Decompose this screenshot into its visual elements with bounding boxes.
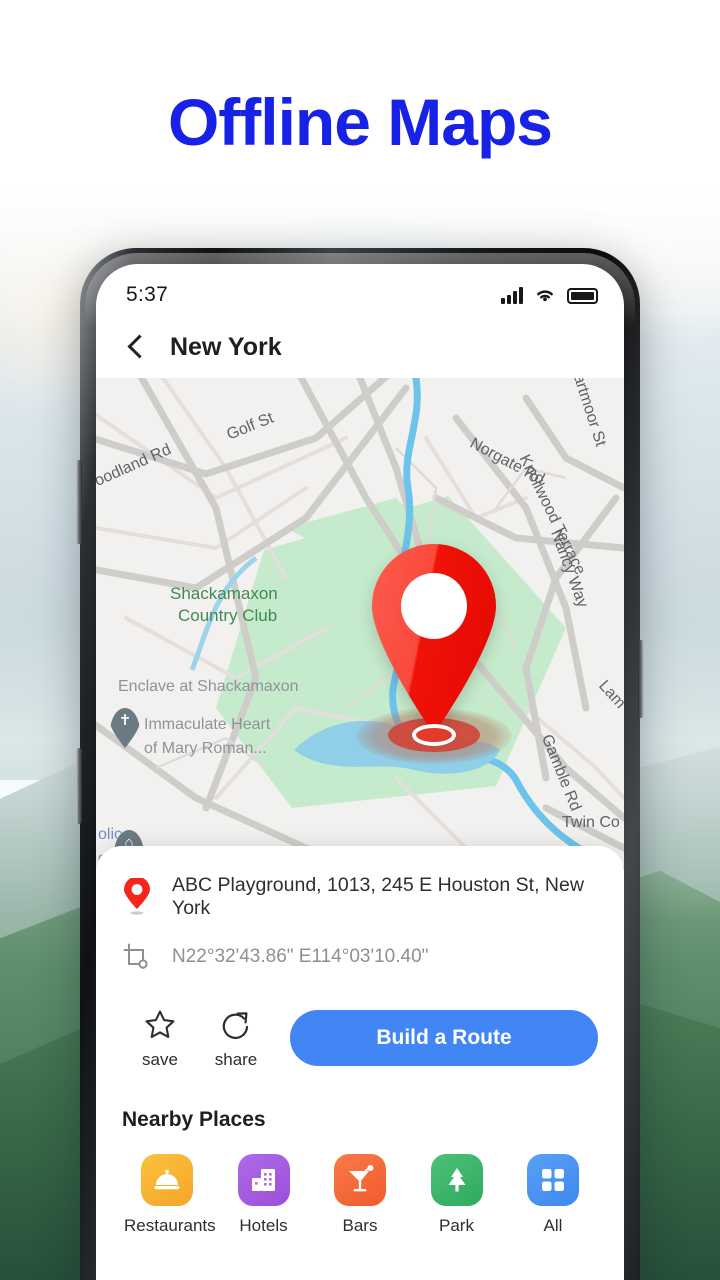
- pin-teardrop-icon: [372, 543, 496, 734]
- wifi-icon: [537, 290, 553, 302]
- grid-squares-icon: [527, 1154, 579, 1206]
- share-label: share: [214, 1050, 258, 1069]
- building-icon: [237, 1154, 290, 1206]
- cocktail-icon: [334, 1154, 386, 1206]
- address-row: ABC Playground, 1013, 245 E Houston St, …: [122, 874, 598, 920]
- nearby-category-label: Bars: [342, 1216, 378, 1235]
- nearby-category-park[interactable]: Park: [414, 1154, 500, 1236]
- map-label: Twin Co: [562, 814, 620, 831]
- crop-frame-icon: [123, 943, 148, 969]
- map-view[interactable]: Golf St Woodland Rd Norgate Rd Dartmoor St K…: [96, 378, 624, 898]
- page-title: Offline Maps: [167, 85, 553, 159]
- map-label: Shackamaxon: [170, 584, 278, 603]
- app-header: New York: [96, 316, 624, 378]
- save-label: save: [142, 1050, 178, 1069]
- build-route-button[interactable]: Build a Route: [290, 1010, 598, 1066]
- nearby-category-label: Restaurants: [124, 1216, 216, 1235]
- nearby-places-title: Nearby Places: [122, 1108, 266, 1131]
- volume-down-button[interactable]: [76, 748, 82, 824]
- app-bar-title: New York: [170, 332, 282, 361]
- nearby-category-list: Restaurants Hotels Bars Park All: [122, 1154, 598, 1236]
- nearby-category-label: Hotels: [239, 1216, 288, 1235]
- address-text: ABC Playground, 1013, 245 E Houston St, …: [172, 874, 584, 919]
- phone-mockup: 5:37 New York Golf St Woodland Rd Norgat…: [76, 248, 644, 1280]
- phone-screen: 5:37 New York Golf St Woodland Rd Norgat…: [96, 264, 624, 1280]
- battery-full-icon: [567, 288, 598, 304]
- map-canvas: [96, 378, 624, 898]
- pine-tree-icon: [430, 1154, 483, 1206]
- place-detail-sheet: ABC Playground, 1013, 245 E Houston St, …: [96, 846, 624, 1280]
- church-poi-pin[interactable]: ✝: [110, 708, 140, 748]
- action-row: save share Build a Route: [122, 1006, 598, 1070]
- coordinates-text: N22°32'43.86" E114°03'10.40": [172, 946, 429, 967]
- share-arrow-icon: [198, 1006, 274, 1044]
- map-label: Country Club: [178, 606, 278, 625]
- volume-up-button[interactable]: [76, 460, 82, 544]
- nearby-category-all[interactable]: All: [510, 1154, 596, 1236]
- share-button[interactable]: share: [198, 1006, 274, 1070]
- map-label: of Mary Roman...: [144, 740, 267, 757]
- power-button[interactable]: [638, 640, 644, 718]
- pin-ground-ring-inner: [412, 724, 456, 746]
- nearby-category-restaurants[interactable]: Restaurants: [124, 1154, 216, 1236]
- status-clock: 5:37: [126, 283, 169, 306]
- chevron-left-icon[interactable]: [124, 335, 148, 359]
- map-label: Immaculate Heart: [144, 716, 271, 733]
- nearby-category-label: All: [543, 1216, 563, 1235]
- coordinates-row: N22°32'43.86" E114°03'10.40": [122, 942, 598, 972]
- food-dome-icon: [141, 1154, 193, 1206]
- nearby-category-label: Park: [439, 1216, 474, 1235]
- signal-bars-icon: [501, 286, 523, 304]
- star-outline-icon: [122, 1006, 198, 1044]
- nearby-category-hotels[interactable]: Hotels: [221, 1154, 307, 1236]
- map-label: Enclave at Shackamaxon: [118, 678, 299, 695]
- status-bar: 5:37: [96, 264, 624, 316]
- poi-glyph: ✝: [118, 712, 132, 729]
- location-pin-marker[interactable]: [356, 538, 512, 764]
- save-button[interactable]: save: [122, 1006, 198, 1070]
- map-pin-icon: [124, 878, 150, 915]
- nearby-category-bars[interactable]: Bars: [317, 1154, 403, 1236]
